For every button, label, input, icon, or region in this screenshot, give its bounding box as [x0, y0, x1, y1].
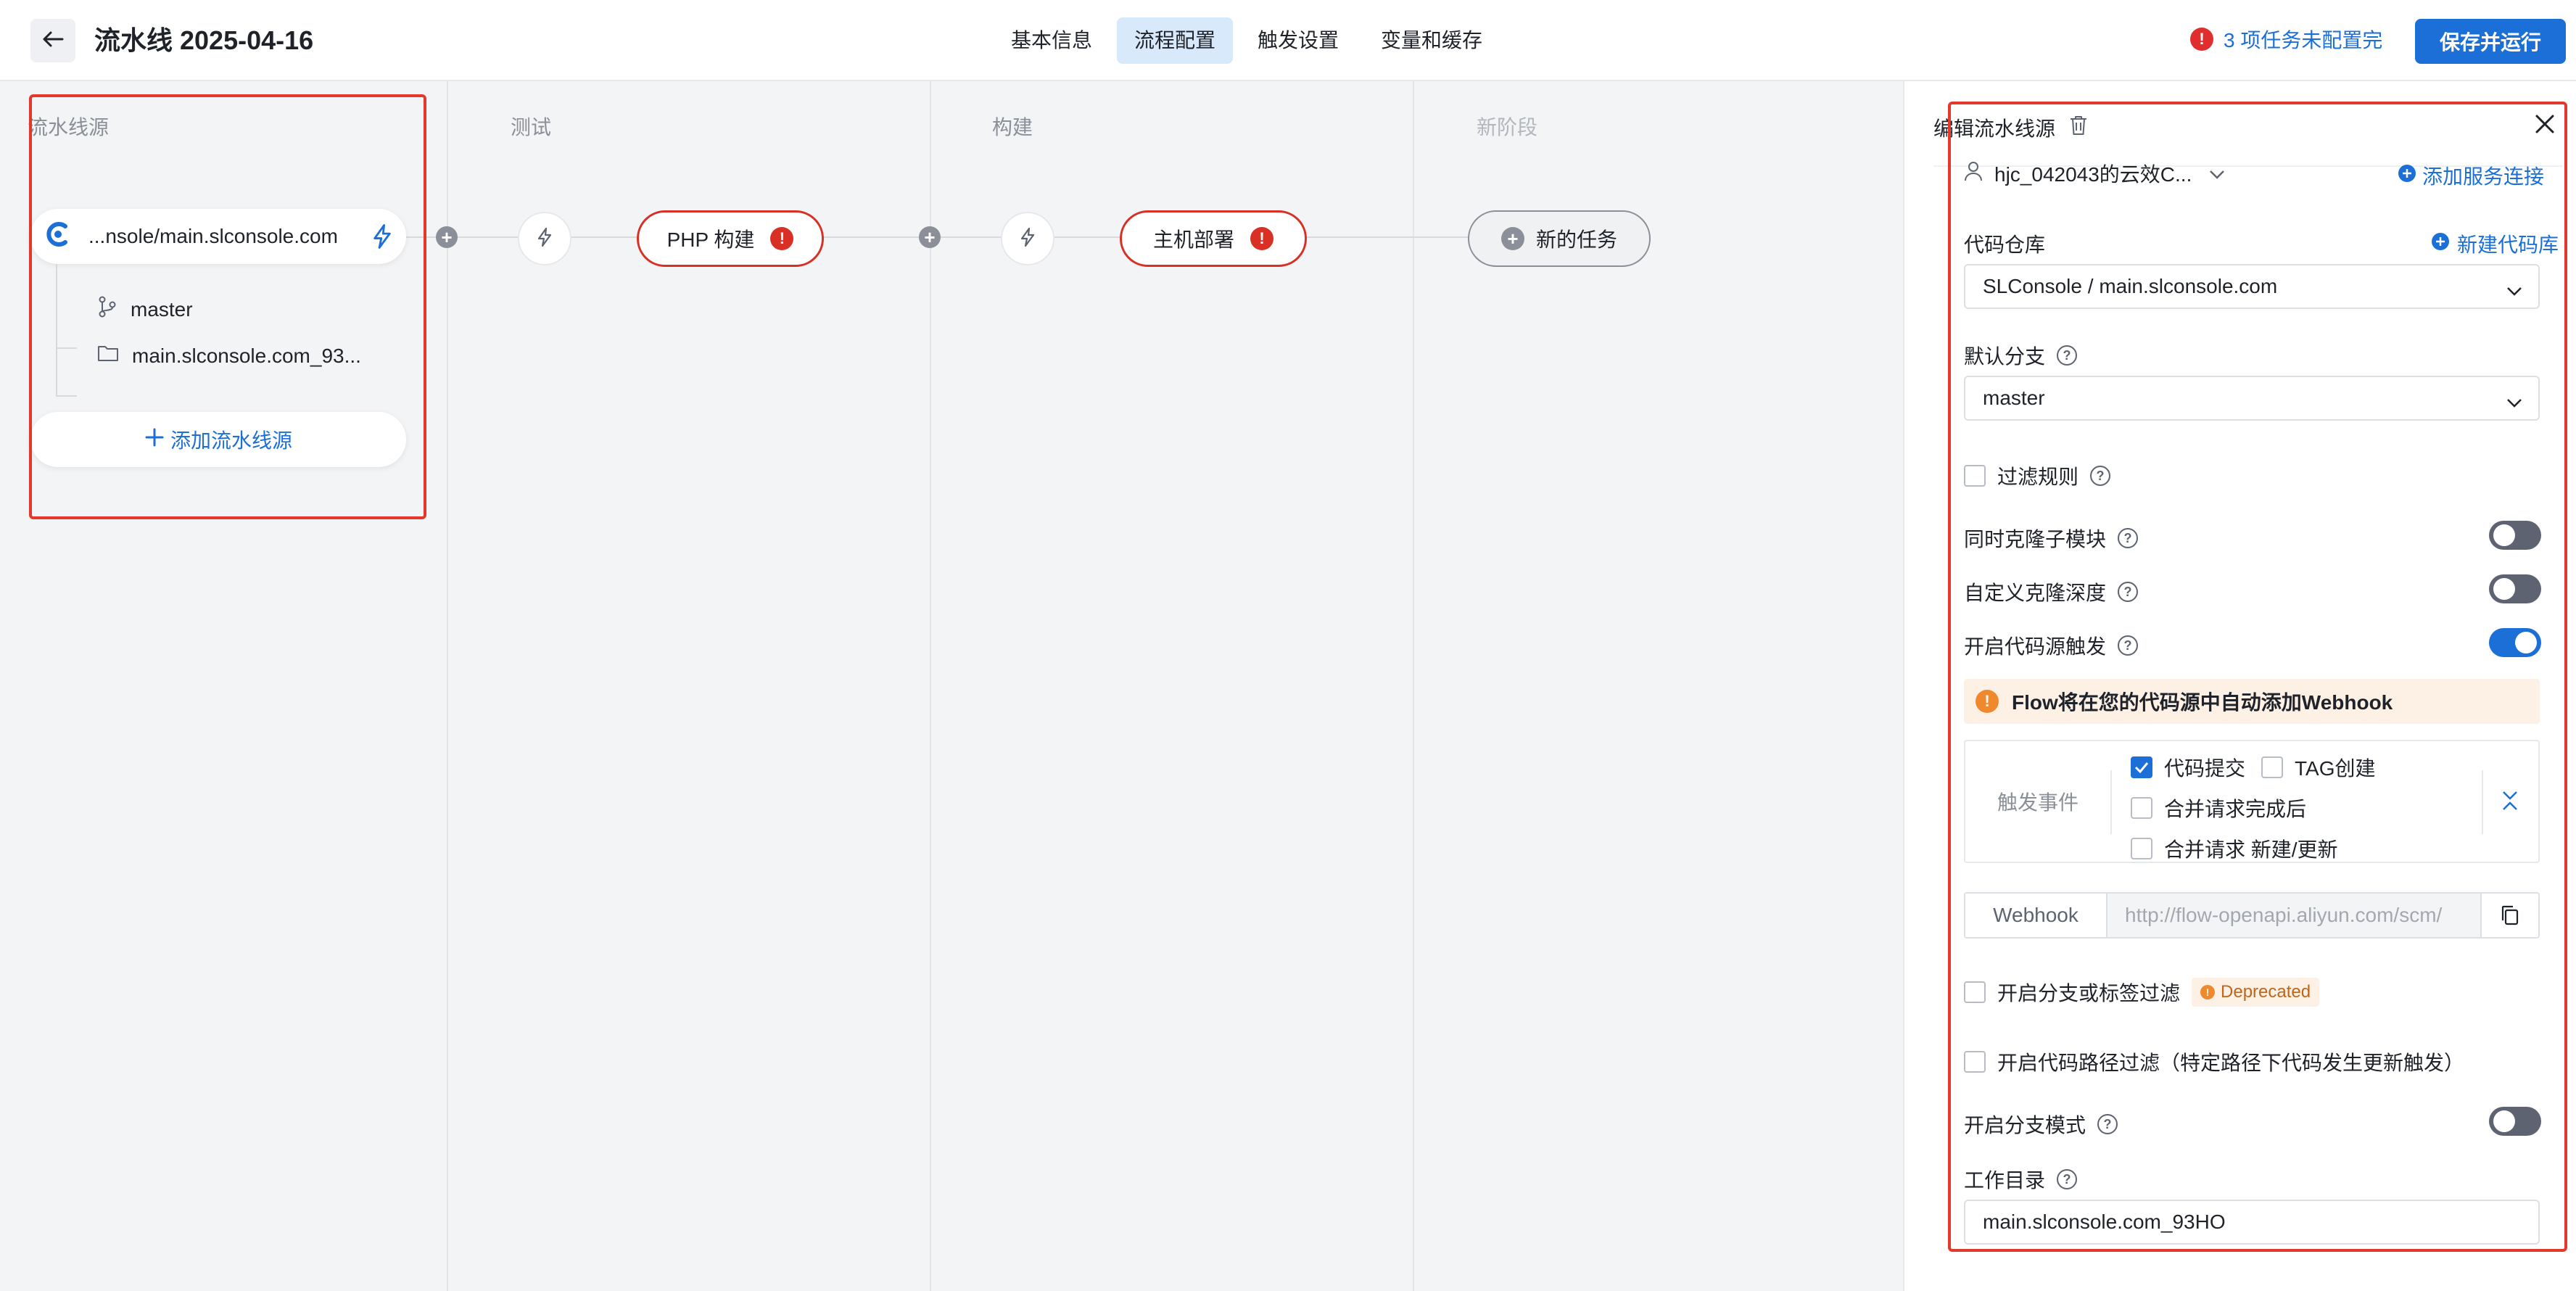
stage-divider: [930, 81, 931, 1291]
new-task-button[interactable]: + 新的任务: [1468, 210, 1651, 267]
test-stage-trigger[interactable]: [518, 212, 571, 265]
add-stage-icon[interactable]: +: [436, 226, 458, 248]
error-icon: !: [2190, 28, 2213, 51]
unconfigured-tasks-link[interactable]: ! 3 项任务未配置完: [2190, 23, 2382, 55]
job-name: PHP 构建: [666, 228, 755, 251]
lightning-icon: [537, 227, 553, 251]
job-name: 主机部署: [1152, 228, 1234, 251]
plus-circle-icon: +: [1500, 227, 1524, 250]
tab-trigger-settings[interactable]: 触发设置: [1240, 17, 1356, 64]
host-deploy-job[interactable]: 主机部署 !: [1120, 210, 1307, 267]
error-icon: !: [1250, 227, 1273, 250]
tab-basic-info[interactable]: 基本信息: [994, 17, 1110, 64]
build-stage-trigger[interactable]: [1001, 212, 1054, 265]
back-button[interactable]: [30, 19, 75, 62]
tab-variables-cache[interactable]: 变量和缓存: [1363, 17, 1500, 64]
error-icon: !: [770, 227, 794, 250]
config-tabs: 基本信息 流程配置 触发设置 变量和缓存: [994, 17, 1500, 64]
new-task-label: 新的任务: [1535, 228, 1617, 251]
add-stage-icon[interactable]: +: [919, 226, 941, 248]
tab-flow-config[interactable]: 流程配置: [1117, 17, 1234, 64]
stage-label-test[interactable]: 测试: [511, 112, 551, 141]
page-title: 流水线 2025-04-16: [94, 25, 314, 55]
stage-divider: [1413, 81, 1414, 1291]
highlight-frame-source: [29, 94, 426, 519]
save-and-run-button[interactable]: 保存并运行: [2415, 19, 2566, 64]
lightning-icon: [1020, 227, 1036, 251]
php-build-job[interactable]: PHP 构建 !: [637, 210, 824, 267]
highlight-frame-panel: [1948, 102, 2567, 1252]
top-bar: 流水线 2025-04-16 基本信息 流程配置 触发设置 变量和缓存 ! 3 …: [0, 0, 2576, 81]
arrow-left-icon: [42, 30, 64, 51]
stage-divider: [447, 81, 448, 1291]
stage-label-build[interactable]: 构建: [992, 112, 1033, 141]
unconfigured-tasks-text: 3 项任务未配置完: [2224, 29, 2383, 51]
stage-label-new[interactable]: 新阶段: [1477, 112, 1537, 141]
